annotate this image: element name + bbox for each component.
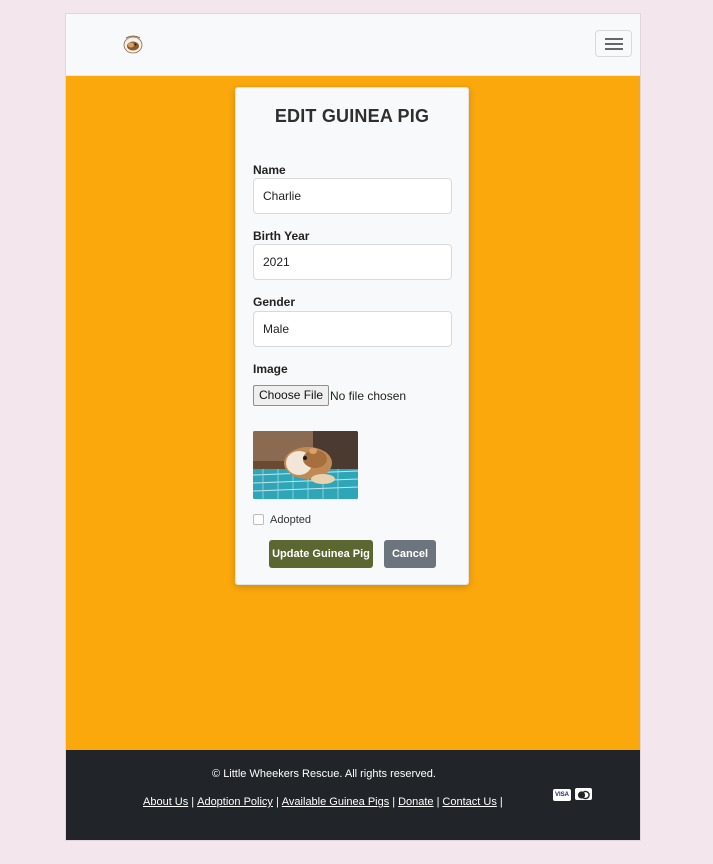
cancel-button[interactable]: Cancel bbox=[384, 540, 436, 568]
navbar-toggler-button[interactable] bbox=[595, 30, 632, 57]
adopted-label: Adopted bbox=[270, 514, 311, 526]
update-guinea-pig-button[interactable]: Update Guinea Pig bbox=[269, 540, 373, 568]
visa-icon: VISA bbox=[553, 789, 571, 801]
image-label: Image bbox=[253, 362, 288, 376]
footer-link-about-us[interactable]: About Us bbox=[143, 796, 188, 808]
mastercard-icon bbox=[575, 788, 592, 800]
adopted-checkbox[interactable] bbox=[253, 514, 264, 525]
page: EDIT GUINEA PIG Name Birth Year Gender I… bbox=[66, 14, 640, 840]
footer-link-contact-us[interactable]: Contact Us bbox=[442, 796, 496, 808]
choose-file-button[interactable]: Choose File bbox=[253, 385, 330, 406]
footer-link-adoption-policy[interactable]: Adoption Policy bbox=[197, 796, 273, 808]
guinea-pig-photo bbox=[253, 431, 358, 499]
birth-year-label: Birth Year bbox=[253, 229, 310, 243]
footer: © Little Wheekers Rescue. All rights res… bbox=[66, 750, 640, 840]
guinea-pig-logo-icon[interactable] bbox=[122, 33, 144, 55]
gender-input[interactable] bbox=[253, 311, 452, 347]
name-input[interactable] bbox=[253, 178, 452, 214]
copyright-text: © Little Wheekers Rescue. All rights res… bbox=[212, 768, 436, 780]
edit-guinea-pig-card: EDIT GUINEA PIG Name Birth Year Gender I… bbox=[235, 87, 469, 585]
hamburger-menu-icon bbox=[605, 38, 623, 40]
file-status-text: No file chosen bbox=[330, 389, 407, 403]
gender-label: Gender bbox=[253, 295, 296, 309]
navbar bbox=[66, 14, 640, 76]
footer-link-available-guinea-pigs[interactable]: Available Guinea Pigs bbox=[282, 796, 389, 808]
name-label: Name bbox=[253, 163, 286, 177]
footer-links: About Us | Adoption Policy | Available Guine… bbox=[143, 796, 503, 808]
birth-year-input[interactable] bbox=[253, 244, 452, 280]
page-title: EDIT GUINEA PIG bbox=[274, 106, 430, 126]
footer-link-donate[interactable]: Donate bbox=[398, 796, 433, 808]
